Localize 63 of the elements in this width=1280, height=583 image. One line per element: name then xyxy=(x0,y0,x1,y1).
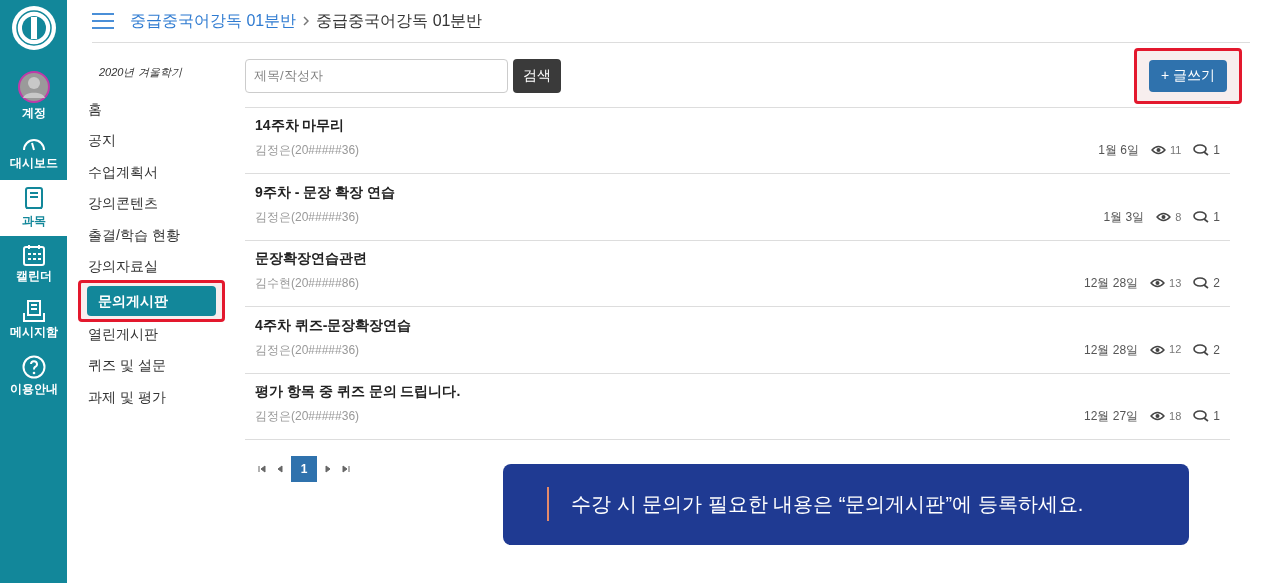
nav-item[interactable]: 메시지함 xyxy=(0,292,67,348)
view-count: 11 xyxy=(1169,143,1182,159)
term-label: 2020년 겨울학기 xyxy=(99,65,184,80)
comment-count: 1 xyxy=(1213,142,1220,160)
post-author: 김수현(20#####86) xyxy=(255,275,361,293)
chevron-right-icon xyxy=(303,16,310,26)
university-logo xyxy=(10,5,57,51)
post-author: 김정은(20#####36) xyxy=(255,341,361,359)
book-icon xyxy=(23,187,44,211)
comment-count: 1 xyxy=(1213,208,1220,226)
nav-item[interactable]: 캘린더 xyxy=(0,236,67,292)
post-author: 김정은(20#####36) xyxy=(255,407,361,425)
eye-icon xyxy=(1150,344,1166,355)
nav-item[interactable]: 이용안내 xyxy=(0,348,67,404)
post-title[interactable]: 문장확장연습관련 xyxy=(255,248,367,270)
post-date: 1월 3일 xyxy=(1103,208,1145,226)
course-menu-item[interactable]: 홈 xyxy=(88,93,227,125)
accent-bar xyxy=(547,487,549,522)
breadcrumb-current: 중급중국어강독 01분반 xyxy=(316,11,483,31)
post-date: 12월 28일 xyxy=(1084,275,1139,293)
course-menu-item[interactable]: 강의자료실 xyxy=(88,251,227,283)
nav-item[interactable]: 과목 xyxy=(0,180,67,236)
course-menu-item[interactable]: 과제 및 평가 xyxy=(88,381,227,413)
post-author: 김정은(20#####36) xyxy=(255,208,361,226)
post-date: 12월 27일 xyxy=(1084,407,1139,425)
course-menu-item[interactable]: 강의콘텐츠 xyxy=(88,188,227,220)
post-title[interactable]: 4주차 퀴즈-문장확장연습 xyxy=(255,314,412,336)
course-menu-item[interactable]: 출결/학습 현황 xyxy=(88,219,227,251)
comment-count: 1 xyxy=(1213,407,1220,425)
view-count: 18 xyxy=(1169,408,1182,424)
write-button[interactable]: + 글쓰기 xyxy=(1148,59,1227,92)
eye-icon xyxy=(1150,278,1166,289)
nav-item[interactable]: 대시보드 xyxy=(0,124,67,180)
comment-count: 2 xyxy=(1213,341,1220,359)
calendar-icon xyxy=(22,244,45,266)
course-menu-item[interactable]: 퀴즈 및 설문 xyxy=(88,350,227,382)
post-date: 1월 6일 xyxy=(1098,142,1139,160)
post-title[interactable]: 평가 항목 중 퀴즈 문의 드립니다. xyxy=(255,380,461,402)
nav-item[interactable]: 계정 xyxy=(0,68,67,124)
course-menu-item[interactable]: 수업계획서 xyxy=(88,156,227,188)
eye-icon xyxy=(1150,410,1166,421)
view-count: 12 xyxy=(1169,342,1182,358)
callout-text: 수강 시 문의가 필요한 내용은 “문의게시판”에 등록하세요. xyxy=(571,492,1084,518)
course-menu-item[interactable]: 공지 xyxy=(88,125,227,157)
eye-icon xyxy=(1156,211,1172,222)
eye-icon xyxy=(1150,145,1166,156)
comment-count: 2 xyxy=(1213,275,1220,293)
inbox-icon xyxy=(22,300,45,322)
post-title[interactable]: 14주차 마무리 xyxy=(255,115,360,137)
view-count: 13 xyxy=(1169,275,1182,291)
menu-icon[interactable] xyxy=(92,13,114,29)
search-button[interactable]: 검색 xyxy=(513,58,561,93)
search-field[interactable]: 제목/작성자 xyxy=(245,58,508,93)
help-icon xyxy=(21,355,46,379)
post-title[interactable]: 9주차 - 문장 확장 연습 xyxy=(255,181,395,203)
course-menu-item[interactable]: 열린게시판 xyxy=(88,318,227,350)
avatar-icon xyxy=(17,71,50,103)
breadcrumb-link[interactable]: 중급중국어강독 01분반 xyxy=(130,9,297,33)
post-date: 12월 28일 xyxy=(1084,341,1139,359)
page-button[interactable]: 1 xyxy=(291,455,317,482)
course-menu-item[interactable]: 문의게시판 xyxy=(87,285,216,316)
post-author: 김정은(20#####36) xyxy=(255,142,360,160)
view-count: 8 xyxy=(1175,209,1182,225)
